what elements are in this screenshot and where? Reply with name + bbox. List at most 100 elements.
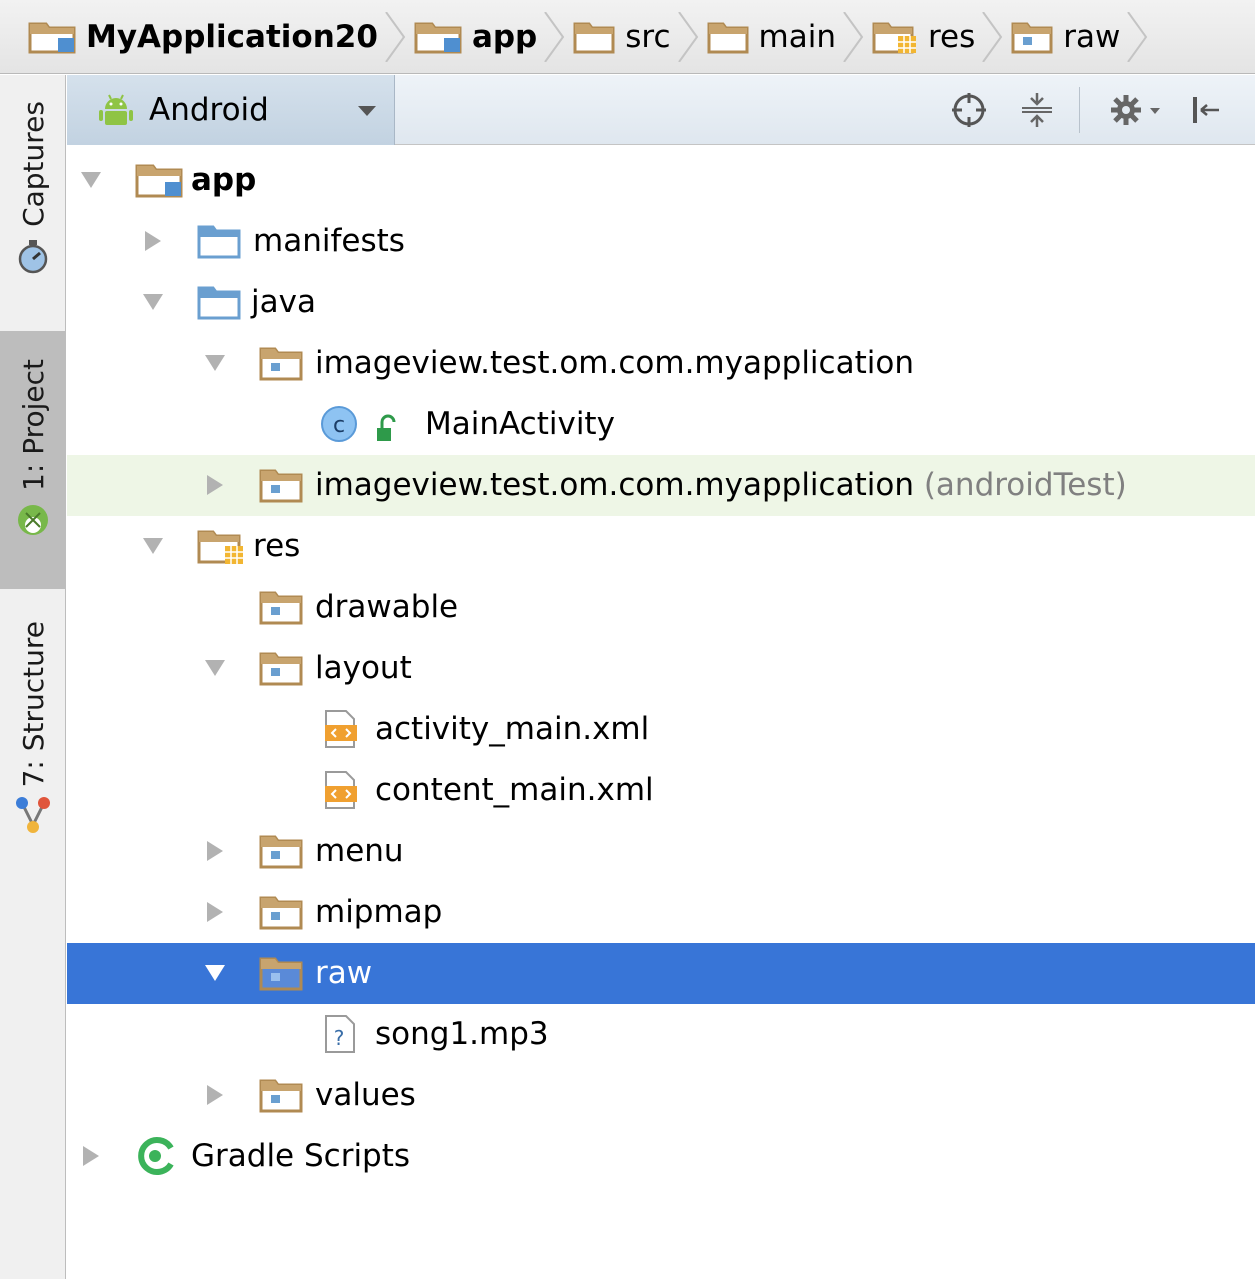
gradle-icon (138, 1137, 174, 1175)
project-toolbar: Android (67, 75, 1255, 145)
tree-label: app (191, 162, 257, 198)
folder-icon (197, 225, 241, 259)
project-tab-label: 1: Project (16, 359, 50, 491)
tree-label: res (253, 528, 301, 564)
package-folder-icon (259, 469, 303, 503)
tree-label: menu (315, 833, 404, 869)
tree-node-values[interactable]: values (67, 1065, 1255, 1126)
breadcrumb-item-project[interactable]: MyApplication20 (28, 0, 414, 73)
folder-icon (573, 22, 615, 53)
tree-node-manifests[interactable]: manifests (67, 211, 1255, 272)
breadcrumb-item-res[interactable]: res (872, 0, 1011, 73)
collapsed-arrow-icon[interactable] (141, 229, 165, 253)
tree-label: Gradle Scripts (191, 1138, 411, 1174)
module-folder-icon (28, 22, 76, 53)
breadcrumb-item-raw[interactable]: raw (1011, 0, 1156, 73)
tree-node-layout[interactable]: layout (67, 638, 1255, 699)
module-folder-icon (135, 164, 183, 198)
tree-label: activity_main.xml (375, 711, 650, 747)
tree-node-gradle-scripts[interactable]: Gradle Scripts (67, 1126, 1255, 1187)
view-mode-label: Android (149, 92, 269, 128)
chevron-right-icon (544, 12, 565, 62)
breadcrumb-label: res (927, 18, 976, 55)
tree-node-raw[interactable]: raw (67, 943, 1255, 1004)
toolbar-separator (1079, 87, 1080, 133)
tree-node-song[interactable]: ? song1.mp3 (67, 1004, 1255, 1065)
tree-label-main: imageview.test.om.com.myapplication (315, 467, 914, 503)
tree-node-content-main[interactable]: content_main.xml (67, 760, 1255, 821)
tree-node-package-main[interactable]: imageview.test.om.com.myapplication (67, 333, 1255, 394)
breadcrumb-label: raw (1063, 18, 1121, 55)
collapsed-arrow-icon[interactable] (203, 900, 227, 924)
expanded-arrow-icon[interactable] (203, 656, 227, 680)
package-folder-icon (1011, 22, 1053, 53)
view-mode-dropdown[interactable]: Android (67, 75, 395, 145)
tree-node-java[interactable]: java (67, 272, 1255, 333)
collapsed-arrow-icon[interactable] (203, 473, 227, 497)
expanded-arrow-icon[interactable] (141, 534, 165, 558)
tree-label: content_main.xml (375, 772, 654, 808)
stopwatch-icon (18, 239, 48, 274)
android-icon (99, 94, 133, 125)
chevron-right-icon (843, 12, 864, 62)
gear-icon[interactable] (1109, 91, 1147, 129)
tree-label-suffix: (androidTest) (923, 467, 1127, 503)
breadcrumb-label: main (758, 18, 836, 55)
resource-folder-icon (872, 22, 916, 53)
breadcrumb-item-main[interactable]: main (707, 0, 872, 73)
captures-tab[interactable]: Captures (0, 95, 66, 325)
tree-label: imageview.test.om.com.myapplication (315, 345, 914, 381)
tool-window-strip: Captures 1: Project 7: Structure (0, 75, 66, 1279)
structure-tab-label: 7: Structure (16, 621, 50, 788)
tree-node-mipmap[interactable]: mipmap (67, 882, 1255, 943)
tree-node-drawable[interactable]: drawable (67, 577, 1255, 638)
tree-node-package-test[interactable]: imageview.test.om.com.myapplication (and… (67, 455, 1255, 516)
breadcrumb-label: src (625, 18, 671, 55)
structure-icon (16, 797, 50, 834)
class-icon: c (321, 406, 357, 442)
tree-node-res[interactable]: res (67, 516, 1255, 577)
breadcrumb-item-app[interactable]: app (414, 0, 573, 73)
tree-node-main-activity[interactable]: c MainActivity (67, 394, 1255, 455)
tree-label: mipmap (315, 894, 443, 930)
xml-file-icon (325, 710, 357, 748)
breadcrumb-item-src[interactable]: src (573, 0, 706, 73)
chevron-right-icon (677, 12, 698, 62)
tree-label: song1.mp3 (375, 1016, 549, 1052)
tree-label: java (251, 284, 316, 320)
unknown-file-icon: ? (325, 1015, 355, 1053)
scroll-from-source-icon[interactable] (950, 91, 988, 129)
hide-panel-icon[interactable] (1187, 91, 1225, 129)
android-head-icon (18, 504, 48, 535)
breadcrumb: MyApplication20 app src main res raw (0, 0, 1255, 74)
collapsed-arrow-icon[interactable] (203, 839, 227, 863)
tree-node-menu[interactable]: menu (67, 821, 1255, 882)
chevron-right-icon (982, 12, 1003, 62)
tree-label: drawable (315, 589, 459, 625)
tree-label: imageview.test.om.com.myapplication (and… (315, 463, 1127, 507)
tree-label: raw (315, 955, 373, 991)
collapsed-arrow-icon[interactable] (203, 1083, 227, 1107)
expanded-arrow-icon[interactable] (141, 290, 165, 314)
package-folder-icon (259, 896, 303, 930)
package-folder-icon (259, 1079, 303, 1113)
svg-text:?: ? (334, 1026, 345, 1050)
captures-tab-label: Captures (16, 101, 50, 227)
chevron-down-icon (358, 106, 376, 116)
xml-file-icon (325, 771, 357, 809)
tree-label: manifests (253, 223, 405, 259)
collapsed-arrow-icon[interactable] (79, 1144, 103, 1168)
collapse-all-icon[interactable] (1018, 91, 1056, 129)
project-tab[interactable]: 1: Project (0, 331, 66, 589)
chevron-down-icon[interactable] (1149, 107, 1161, 115)
tree-label: layout (315, 650, 412, 686)
tree-node-activity-main[interactable]: activity_main.xml (67, 699, 1255, 760)
expanded-arrow-icon[interactable] (203, 351, 227, 375)
structure-tab[interactable]: 7: Structure (0, 615, 66, 855)
breadcrumb-label: MyApplication20 (86, 18, 378, 55)
module-folder-icon (414, 22, 462, 53)
folder-icon (707, 22, 749, 53)
tree-node-app[interactable]: app (67, 150, 1255, 211)
expanded-arrow-icon[interactable] (203, 961, 227, 985)
expanded-arrow-icon[interactable] (79, 168, 103, 192)
